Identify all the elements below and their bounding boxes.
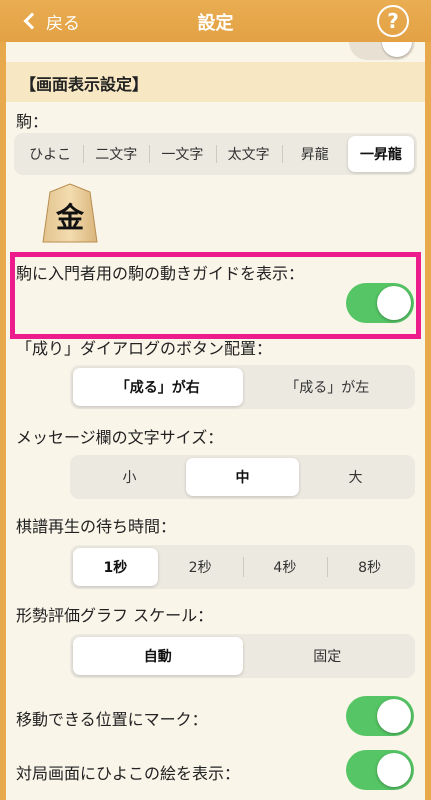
movable-mark-label: 移動できる位置にマーク： (16, 710, 208, 729)
playback-wait-option[interactable]: 4秒 (242, 548, 328, 586)
piece-style-option[interactable]: 昇龍 (281, 136, 348, 172)
promote-button-label: 「成り」ダイアログのボタン配置： (16, 339, 273, 358)
message-size-option-selected[interactable]: 中 (186, 458, 299, 496)
playback-wait-selector: 1秒 2秒 4秒 8秒 (70, 545, 415, 589)
shogi-piece-preview: 金 (42, 182, 98, 244)
highlight-annotation (10, 252, 421, 339)
nav-bar: 戻る 設定 ? (0, 0, 431, 42)
message-size-selector: 小 中 大 (70, 455, 415, 499)
eval-graph-option[interactable]: 固定 (243, 637, 413, 675)
piece-style-option[interactable]: 二文字 (83, 136, 149, 172)
eval-graph-label: 形勢評価グラフ スケール： (16, 606, 214, 625)
promote-button-option[interactable]: 「成る」が左 (243, 368, 413, 406)
piece-style-option[interactable]: 太文字 (215, 136, 282, 172)
piece-preview-char: 金 (55, 201, 85, 234)
chick-picture-toggle[interactable] (346, 750, 414, 790)
help-icon[interactable]: ? (377, 5, 409, 37)
message-size-option[interactable]: 大 (299, 458, 412, 496)
message-size-label: メッセージ欄の文字サイズ： (16, 428, 224, 447)
toggle-knob (377, 699, 411, 733)
eval-graph-selector: 自動 固定 (70, 634, 415, 678)
piece-style-selector: ひよこ 二文字 一文字 太文字 昇龍 一昇龍 (14, 133, 417, 175)
movable-mark-toggle[interactable] (346, 696, 414, 736)
section-header-display: 【画面表示設定】 (6, 62, 425, 102)
message-size-option[interactable]: 小 (73, 458, 186, 496)
piece-style-option[interactable]: ひよこ (17, 136, 83, 172)
page-title: 設定 (197, 13, 234, 34)
eval-graph-option-selected[interactable]: 自動 (73, 637, 243, 675)
playback-wait-option-selected[interactable]: 1秒 (73, 548, 158, 586)
previous-setting-toggle[interactable] (349, 42, 415, 60)
playback-wait-option[interactable]: 2秒 (158, 548, 243, 586)
shogi-piece-icon: 金 (42, 183, 98, 243)
chick-picture-label: 対局画面にひよこの絵を表示： (16, 764, 241, 783)
promote-button-option-selected[interactable]: 「成る」が右 (73, 368, 243, 406)
piece-style-option-selected[interactable]: 一昇龍 (347, 136, 415, 172)
playback-wait-option[interactable]: 8秒 (327, 548, 412, 586)
settings-panel: 【画面表示設定】 駒： ひよこ 二文字 一文字 太文字 昇龍 一昇龍 金 駒に入… (6, 42, 425, 800)
toggle-knob (377, 753, 411, 787)
piece-style-label: 駒： (16, 112, 49, 131)
promote-button-selector: 「成る」が右 「成る」が左 (70, 365, 415, 409)
playback-wait-label: 棋譜再生の待ち時間： (16, 517, 177, 536)
piece-style-option[interactable]: 一文字 (149, 136, 215, 172)
